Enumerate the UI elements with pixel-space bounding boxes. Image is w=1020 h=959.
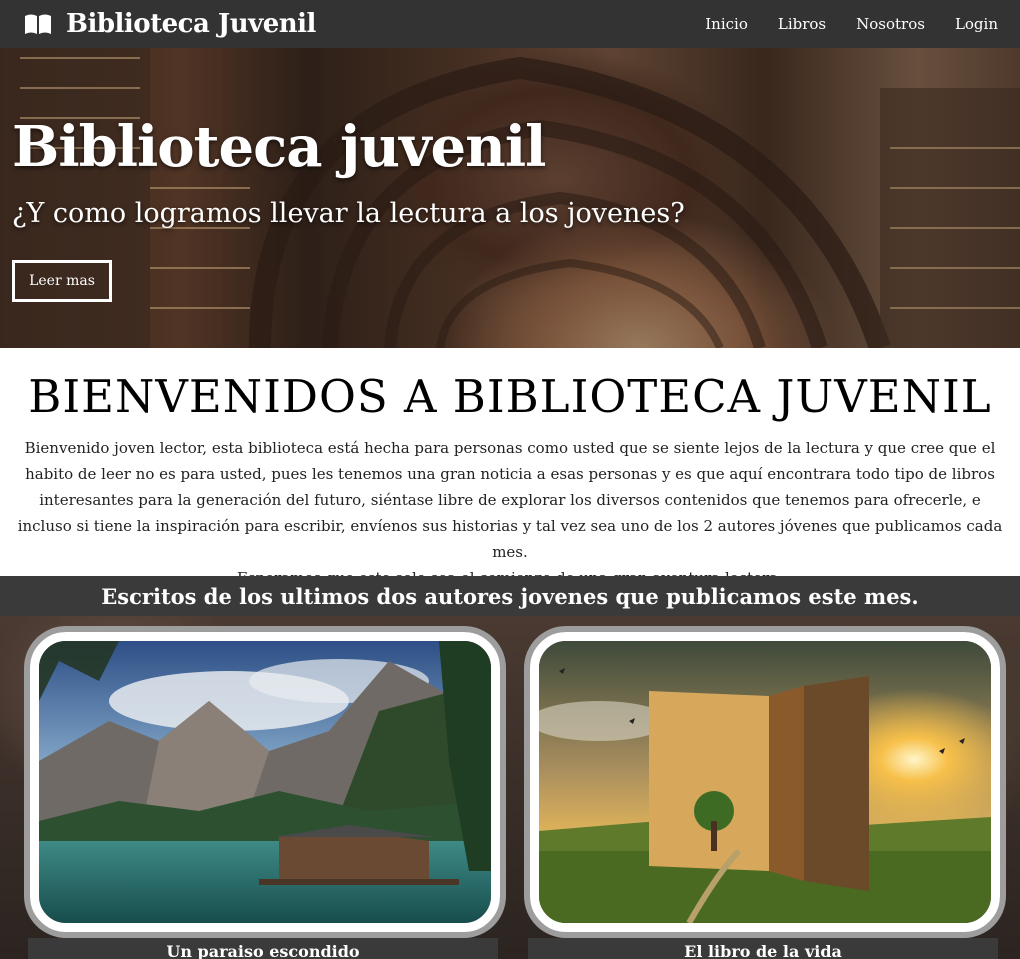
writing-card-2-title[interactable]: El libro de la vida [528,938,998,959]
welcome-paragraph: Bienvenido joven lector, esta biblioteca… [17,439,1003,561]
book-of-life-image [539,641,991,923]
nav-links: Inicio Libros Nosotros Login [675,15,998,33]
writing-card-1[interactable] [30,632,500,932]
welcome-text: Bienvenido joven lector, esta biblioteca… [10,435,1010,591]
hero-subtitle: ¿Y como logramos llevar la lectura a los… [12,198,685,229]
writings-section: Un paraiso escondido El libro de la vida [0,616,1020,959]
hero-banner: Biblioteca juvenil ¿Y como logramos llev… [0,48,1020,348]
welcome-section: BIENVENIDOS A BIBLIOTECA JUVENIL Bienven… [0,348,1020,587]
writing-card-2[interactable] [530,632,1000,932]
writings-header: Escritos de los ultimos dos autores jove… [0,576,1020,616]
nav-link-login[interactable]: Login [955,15,998,33]
top-navbar: Biblioteca Juvenil Inicio Libros Nosotro… [0,0,1020,48]
welcome-title: BIENVENIDOS A BIBLIOTECA JUVENIL [28,370,992,423]
read-more-button[interactable]: Leer mas [12,260,112,302]
nav-link-nosotros[interactable]: Nosotros [856,15,925,33]
brand-name: Biblioteca Juvenil [66,9,316,39]
nav-link-inicio[interactable]: Inicio [705,15,748,33]
writing-card-1-title[interactable]: Un paraiso escondido [28,938,498,959]
mountain-lake-image [39,641,491,923]
brand[interactable]: Biblioteca Juvenil [24,9,316,39]
nav-link-libros[interactable]: Libros [778,15,826,33]
open-book-icon [25,14,51,34]
hero-title: Biblioteca juvenil [12,114,546,180]
writings-title: Escritos de los ultimos dos autores jove… [101,583,919,609]
